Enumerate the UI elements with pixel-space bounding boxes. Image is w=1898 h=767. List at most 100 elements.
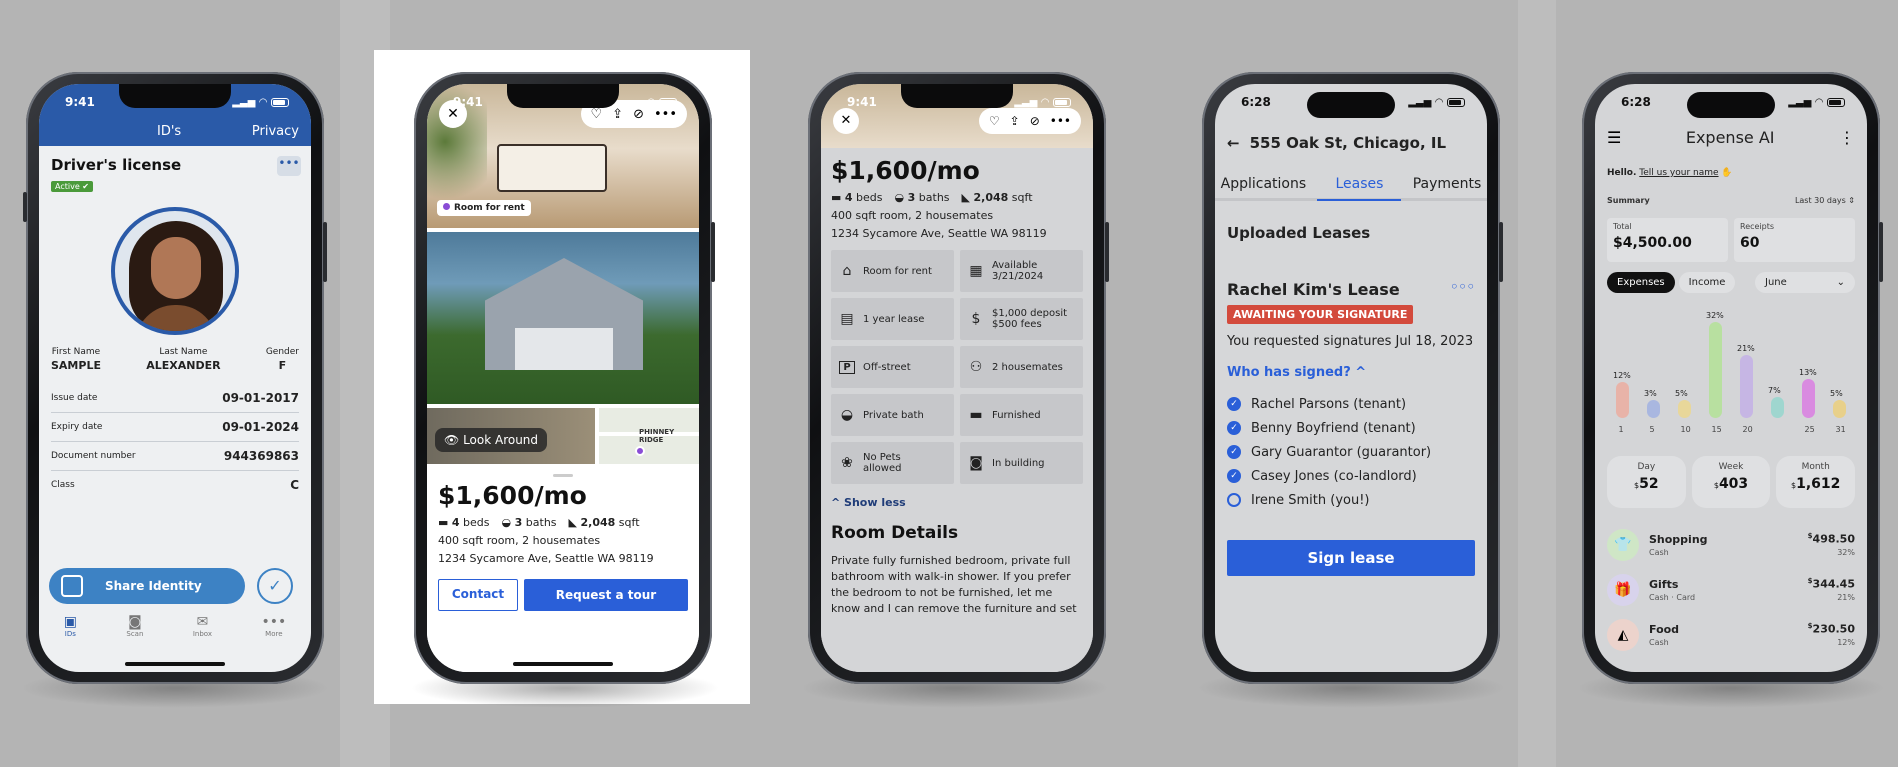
dynamic-island [1307, 92, 1395, 118]
category-title: Food [1649, 622, 1680, 636]
chart-bar[interactable] [1740, 355, 1753, 418]
contact-button[interactable]: Contact [438, 579, 518, 611]
period-amount: 52 [1639, 476, 1659, 492]
tab-leases[interactable]: Leases [1317, 176, 1402, 201]
request-tour-button[interactable]: Request a tour [524, 579, 688, 611]
amenity-label: 1 year lease [863, 313, 925, 325]
amount-value: 230.50 [1812, 622, 1855, 636]
summary-row: Summary Last 30 days ⇕ [1607, 196, 1855, 205]
tab-label: More [265, 630, 283, 638]
row-issue-date: Issue date 09-01-2017 [51, 384, 299, 413]
category-item[interactable]: 👕 Shopping Cash $498.50 32% [1607, 522, 1855, 567]
bed-graphic [497, 144, 607, 192]
sqft-label: sqft [1011, 191, 1033, 204]
room-details-text: Private fully furnished bedroom, private… [831, 554, 1077, 615]
privacy-link[interactable]: Privacy [252, 124, 299, 139]
tab-inbox[interactable]: ✉ Inbox [193, 614, 212, 638]
share-icon[interactable]: ⇪ [612, 107, 623, 122]
chart-bar[interactable] [1802, 379, 1815, 418]
block-icon[interactable]: ⊘ [633, 107, 644, 122]
period-amount: 403 [1718, 476, 1749, 492]
range-select[interactable]: Last 30 days ⇕ [1795, 196, 1855, 205]
sqft-fact: ◣ 2,048 sqft [569, 516, 640, 529]
amenity-label: Available 3/21/2024 [992, 260, 1044, 282]
amenity-cell: ▦ Available 3/21/2024 [960, 250, 1083, 292]
home-indicator [513, 662, 613, 666]
category-sub: Cash · Card [1649, 592, 1696, 602]
chart-bar[interactable] [1833, 400, 1846, 418]
heart-icon[interactable]: ♡ [591, 107, 603, 122]
category-item[interactable]: 🎁 Gifts Cash · Card $344.45 21% [1607, 567, 1855, 612]
sheet-handle[interactable] [553, 474, 573, 477]
row-value: 09-01-2024 [222, 420, 299, 434]
close-icon[interactable]: ✕ [833, 108, 859, 134]
amenity-cell: $ $1,000 deposit $500 fees [960, 298, 1083, 340]
tab-payments[interactable]: Payments [1413, 176, 1482, 192]
chart-tick-label: 31 [1835, 425, 1846, 434]
menu-icon[interactable]: ☰ [1607, 128, 1621, 147]
tab-applications[interactable]: Applications [1221, 176, 1307, 192]
chart-bar[interactable] [1771, 397, 1784, 418]
share-icon[interactable]: ⇪ [1010, 114, 1020, 128]
amenity-label: Furnished [992, 409, 1041, 421]
greeting-hello: Hello. [1607, 168, 1637, 178]
category-item[interactable]: ◭ Food Cash $230.50 12% [1607, 612, 1855, 657]
period-value: $1,612 [1790, 476, 1841, 492]
phone-listing-details: 9:41 ▂▃▅ ◠ ✕ ♡ ⇪ ⊘ ••• $1,600/mo ▬ 4 beds… [808, 72, 1109, 684]
verified-seal-icon[interactable]: ✓ [257, 568, 293, 604]
row-value: C [290, 478, 299, 492]
chart-bar[interactable] [1616, 382, 1629, 418]
chart-bar[interactable] [1678, 400, 1691, 418]
month-select[interactable]: June ⌄ [1755, 272, 1855, 293]
bed-icon: ▬ [969, 407, 983, 423]
share-identity-button[interactable]: Share Identity [49, 568, 245, 604]
kebab-menu-icon[interactable]: ⋮ [1839, 128, 1855, 147]
baths-count: 3 [514, 516, 523, 529]
more-icon[interactable]: ◦◦◦ [1450, 280, 1475, 299]
room-description: 400 sqft room, 2 housemates [831, 209, 994, 222]
sqft-count: 2,048 [973, 191, 1009, 204]
back-arrow-icon[interactable]: ← [1227, 134, 1240, 152]
expenses-pill[interactable]: Expenses [1607, 272, 1675, 293]
chart-data-label: 5% [1675, 389, 1688, 398]
receipts-box: Receipts 60 [1734, 218, 1855, 262]
more-icon[interactable]: ••• [654, 107, 677, 122]
row-label: Issue date [51, 393, 98, 403]
shirt-icon: 👕 [1607, 528, 1639, 561]
name-prompt-link[interactable]: Tell us your name [1639, 168, 1718, 178]
binoculars-icon: 👁 [444, 433, 464, 447]
tab-scan[interactable]: ◙ Scan [126, 614, 143, 638]
look-around-button[interactable]: 👁 Look Around [435, 428, 548, 452]
chart-data-label: 12% [1613, 371, 1631, 380]
clock: 9:41 [65, 95, 95, 109]
sign-lease-button[interactable]: Sign lease [1227, 540, 1475, 576]
chart-bar[interactable] [1709, 322, 1722, 418]
chevron-up-icon: ^ [831, 496, 845, 509]
income-pill[interactable]: Income [1678, 272, 1736, 293]
summary-boxes: Total $4,500.00 Receipts 60 [1607, 218, 1855, 262]
tab-label: IDs [64, 630, 76, 638]
heart-icon[interactable]: ♡ [989, 114, 1000, 128]
show-less-link[interactable]: ^ Show less [831, 496, 1083, 509]
tab-ids[interactable]: ▣ IDs [64, 614, 77, 638]
battery-icon [1053, 97, 1071, 107]
who-signed-toggle[interactable]: Who has signed? ^ [1227, 365, 1475, 380]
tab-more[interactable]: ••• More [261, 614, 286, 638]
dynamic-island [1687, 92, 1775, 118]
category-name: Food Cash [1649, 623, 1798, 647]
period-label: Week [1718, 462, 1744, 472]
phone-lease-signatures: 6:28 ▂▃▅ ◠ ← 555 Oak St, Chicago, IL Appl… [1202, 72, 1503, 684]
more-icon[interactable]: ••• [1050, 114, 1071, 128]
period-amount: 1,612 [1796, 476, 1841, 492]
chart-bar[interactable] [1647, 400, 1660, 418]
close-icon[interactable]: ✕ [439, 100, 467, 128]
map-thumbnail[interactable]: PHINNEY RIDGE [599, 408, 699, 464]
sqft-fact: ◣ 2,048 sqft [962, 191, 1033, 204]
block-icon[interactable]: ⊘ [1030, 114, 1040, 128]
phone-expense-ai: 6:28 ▂▃▅ ◠ ☰ Expense AI ⋮ Hello. Tell us … [1582, 72, 1883, 684]
lease-tabs: Applications Leases Payments [1215, 176, 1487, 201]
field-value: SAMPLE [51, 359, 101, 372]
house-photo[interactable] [427, 232, 699, 404]
notch [507, 84, 619, 108]
more-button[interactable]: ••• [277, 156, 301, 176]
